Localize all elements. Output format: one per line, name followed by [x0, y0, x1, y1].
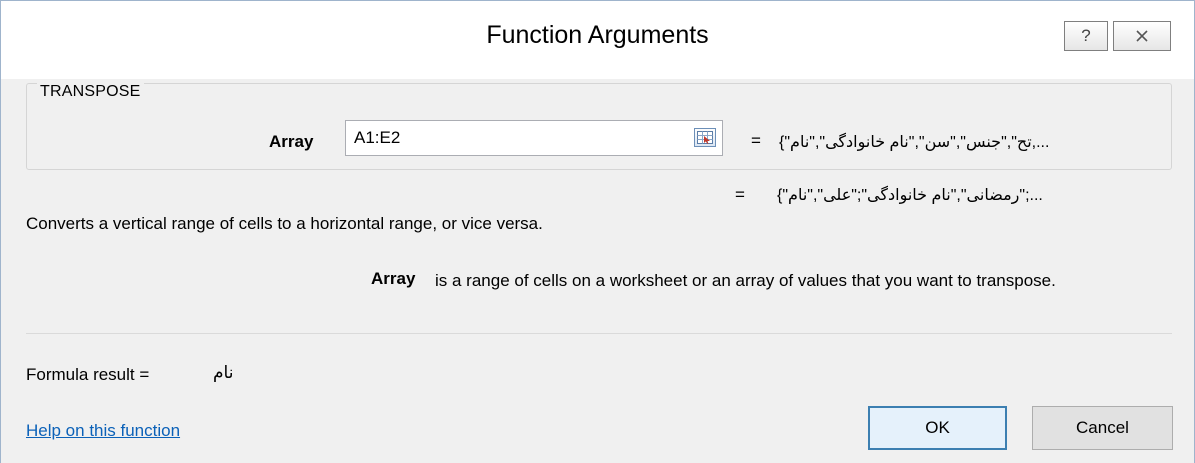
array-argument-label: Array	[269, 132, 314, 151]
result-equals-sign: =	[735, 185, 745, 204]
argument-equals-sign: =	[751, 131, 761, 150]
argument-help-text: is a range of cells on a worksheet or an…	[435, 271, 1056, 290]
function-description: Converts a vertical range of cells to a …	[26, 214, 543, 233]
function-name-label: TRANSPOSE	[37, 83, 144, 101]
argument-help-label: Array	[371, 269, 416, 288]
array-input[interactable]	[346, 121, 682, 155]
range-selector-button[interactable]	[694, 128, 716, 147]
ok-button[interactable]: OK	[868, 406, 1007, 450]
array-argument-field	[345, 120, 723, 156]
cancel-button[interactable]: Cancel	[1032, 406, 1173, 450]
close-icon	[1136, 30, 1148, 42]
help-on-function-link[interactable]: Help on this function	[26, 421, 180, 441]
formula-result-value: نام	[213, 363, 234, 382]
help-button[interactable]: ?	[1064, 21, 1108, 51]
title-bar: Function Arguments ?	[1, 1, 1194, 79]
dialog-title: Function Arguments	[486, 21, 709, 49]
argument-value-preview: {"تح","جنس","سن","نام خانوادگی","نام,...	[779, 134, 1050, 151]
close-button[interactable]	[1113, 21, 1171, 51]
help-icon: ?	[1081, 26, 1091, 45]
range-selector-icon	[697, 131, 713, 144]
divider	[26, 333, 1172, 334]
function-arguments-dialog: Function Arguments ? TRANSPOSE Array A1:…	[0, 0, 1195, 463]
result-value-preview: {"رمضانی","نام خانوادگی";"علی","نام";...	[777, 187, 1043, 204]
formula-result-label: Formula result =	[26, 365, 150, 384]
